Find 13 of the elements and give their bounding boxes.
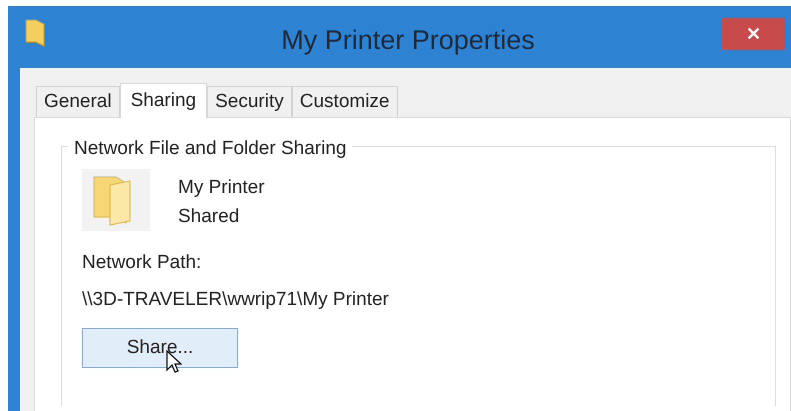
share-name: My Printer	[178, 176, 265, 200]
share-status: Shared	[178, 205, 240, 229]
network-path: \\3D-TRAVELER\wwrip71\My Printer	[82, 288, 390, 312]
tab[interactable]: Sharing	[120, 83, 208, 118]
tab[interactable]: Security	[207, 86, 292, 117]
share-button[interactable]: Share...	[82, 328, 238, 368]
folder-icon	[82, 169, 150, 231]
tab[interactable]: General	[36, 86, 120, 117]
tab[interactable]: Customize	[292, 86, 398, 117]
window-title: My Printer Properties	[280, 24, 536, 57]
close-button[interactable]: ✕	[722, 18, 785, 50]
folder-icon	[24, 18, 46, 48]
path-label: Network Path:	[82, 251, 202, 275]
